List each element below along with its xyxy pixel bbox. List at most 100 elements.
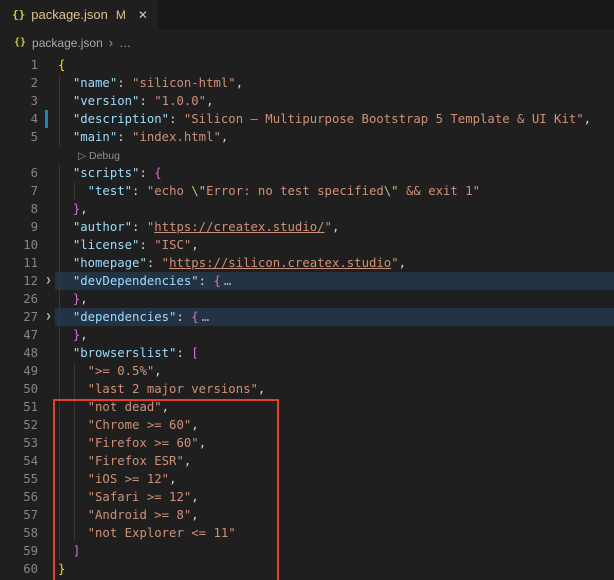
token-str: "Safari >= 12" <box>88 490 192 504</box>
code-line[interactable]: 26 }, <box>0 290 614 308</box>
code-line[interactable]: 50 "last 2 major versions", <box>0 380 614 398</box>
tab-package-json[interactable]: {} package.json M ✕ <box>0 0 158 29</box>
code-line[interactable]: 56 "Safari >= 12", <box>0 488 614 506</box>
code-line[interactable]: 58 "not Explorer <= 11" <box>0 524 614 542</box>
token-key: "name" <box>73 76 117 90</box>
code-text: "not Explorer <= 11" <box>58 524 236 542</box>
token-punc: : <box>199 274 214 288</box>
token-b2: { <box>154 166 161 180</box>
code-line[interactable]: 47 }, <box>0 326 614 344</box>
token-key: "homepage" <box>73 256 147 270</box>
token-punc: , <box>236 76 243 90</box>
code-line[interactable]: 9 "author": "https://createx.studio/", <box>0 218 614 236</box>
code-text: "devDependencies": {… <box>58 272 231 290</box>
code-line[interactable]: 49 ">= 0.5%", <box>0 362 614 380</box>
code-line[interactable]: 11 "homepage": "https://silicon.createx.… <box>0 254 614 272</box>
code-line[interactable]: 8 }, <box>0 200 614 218</box>
code-text: "Android >= 8", <box>58 506 199 524</box>
code-text: "scripts": { <box>58 164 162 182</box>
token-punc: , <box>191 508 198 522</box>
code-line[interactable]: 6 "scripts": { <box>0 164 614 182</box>
line-number: 58 <box>0 524 38 542</box>
token-fold: … <box>202 310 209 324</box>
codelens-debug[interactable]: ▷ Debug <box>78 147 120 165</box>
code-line[interactable]: 4 "description": "Silicon – Multipurpose… <box>0 110 614 128</box>
token-punc <box>58 544 73 558</box>
token-punc: : <box>147 256 162 270</box>
token-punc: , <box>258 382 265 396</box>
code-line[interactable]: 7 "test": "echo \"Error: no test specifi… <box>0 182 614 200</box>
code-line[interactable]: 2 "name": "silicon-html", <box>0 74 614 92</box>
breadcrumb-file[interactable]: package.json <box>32 36 103 50</box>
code-line[interactable]: 12❯ "devDependencies": {… <box>0 272 614 290</box>
breadcrumb-ellipsis[interactable]: … <box>119 36 131 50</box>
line-number: 59 <box>0 542 38 560</box>
code-line[interactable]: 59 ] <box>0 542 614 560</box>
token-punc <box>58 400 88 414</box>
token-punc: , <box>221 130 228 144</box>
token-str: "index.html" <box>132 130 221 144</box>
token-punc <box>58 256 73 270</box>
token-punc: , <box>199 436 206 450</box>
fold-chevron-icon[interactable]: ❯ <box>41 308 56 326</box>
line-number: 1 <box>0 56 38 74</box>
token-key: "test" <box>88 184 132 198</box>
token-esc: \" <box>384 184 399 198</box>
close-icon[interactable]: ✕ <box>138 8 148 22</box>
code-line[interactable]: 27❯ "dependencies": {… <box>0 308 614 326</box>
token-punc <box>58 490 88 504</box>
token-key: "license" <box>73 238 140 252</box>
code-line[interactable]: 3 "version": "1.0.0", <box>0 92 614 110</box>
token-punc <box>58 292 73 306</box>
token-punc <box>58 346 73 360</box>
code-line[interactable]: 10 "license": "ISC", <box>0 236 614 254</box>
token-str: "not dead" <box>88 400 162 414</box>
code-line[interactable]: 48 "browserslist": [ <box>0 344 614 362</box>
token-esc: \" <box>191 184 206 198</box>
code-line[interactable]: 51 "not dead", <box>0 398 614 416</box>
chevron-right-icon: › <box>109 35 113 50</box>
token-punc: , <box>191 490 198 504</box>
code-line[interactable]: 52 "Chrome >= 60", <box>0 416 614 434</box>
code-text: "description": "Silicon – Multipurpose B… <box>58 110 591 128</box>
token-punc <box>58 328 73 342</box>
json-file-icon: {} <box>12 8 25 21</box>
token-str: "not Explorer <= 11" <box>88 526 236 540</box>
token-key: "dependencies" <box>73 310 177 324</box>
token-punc: , <box>191 238 198 252</box>
fold-chevron-icon[interactable]: ❯ <box>41 272 56 290</box>
token-punc: : <box>176 346 191 360</box>
codelens-row[interactable]: ▷ Debug <box>0 146 614 164</box>
line-number: 55 <box>0 470 38 488</box>
token-punc: : <box>132 184 147 198</box>
line-number: 11 <box>0 254 38 272</box>
code-line[interactable]: 60} <box>0 560 614 578</box>
token-punc: , <box>332 220 339 234</box>
token-punc: : <box>139 238 154 252</box>
code-line[interactable]: 1{ <box>0 56 614 74</box>
code-text: { <box>58 56 65 74</box>
code-text: "Firefox >= 60", <box>58 434 206 452</box>
code-line[interactable]: 5 "main": "index.html", <box>0 128 614 146</box>
token-punc: , <box>191 418 198 432</box>
line-number: 48 <box>0 344 38 362</box>
token-punc <box>58 112 73 126</box>
line-number: 50 <box>0 380 38 398</box>
code-text: "Safari >= 12", <box>58 488 199 506</box>
code-line[interactable]: 57 "Android >= 8", <box>0 506 614 524</box>
code-text: }, <box>58 290 88 308</box>
token-punc: : <box>169 112 184 126</box>
token-punc: , <box>162 400 169 414</box>
token-str: "Android >= 8" <box>88 508 192 522</box>
token-key: "browserslist" <box>73 346 177 360</box>
line-number: 5 <box>0 128 38 146</box>
token-punc <box>58 310 73 324</box>
code-editor: 1{2 "name": "silicon-html",3 "version": … <box>0 56 614 578</box>
code-line[interactable]: 53 "Firefox >= 60", <box>0 434 614 452</box>
code-line[interactable]: 54 "Firefox ESR", <box>0 452 614 470</box>
line-number: 3 <box>0 92 38 110</box>
token-punc: : <box>117 130 132 144</box>
token-punc: : <box>176 310 191 324</box>
code-line[interactable]: 55 "iOS >= 12", <box>0 470 614 488</box>
token-str: ">= 0.5%" <box>88 364 155 378</box>
